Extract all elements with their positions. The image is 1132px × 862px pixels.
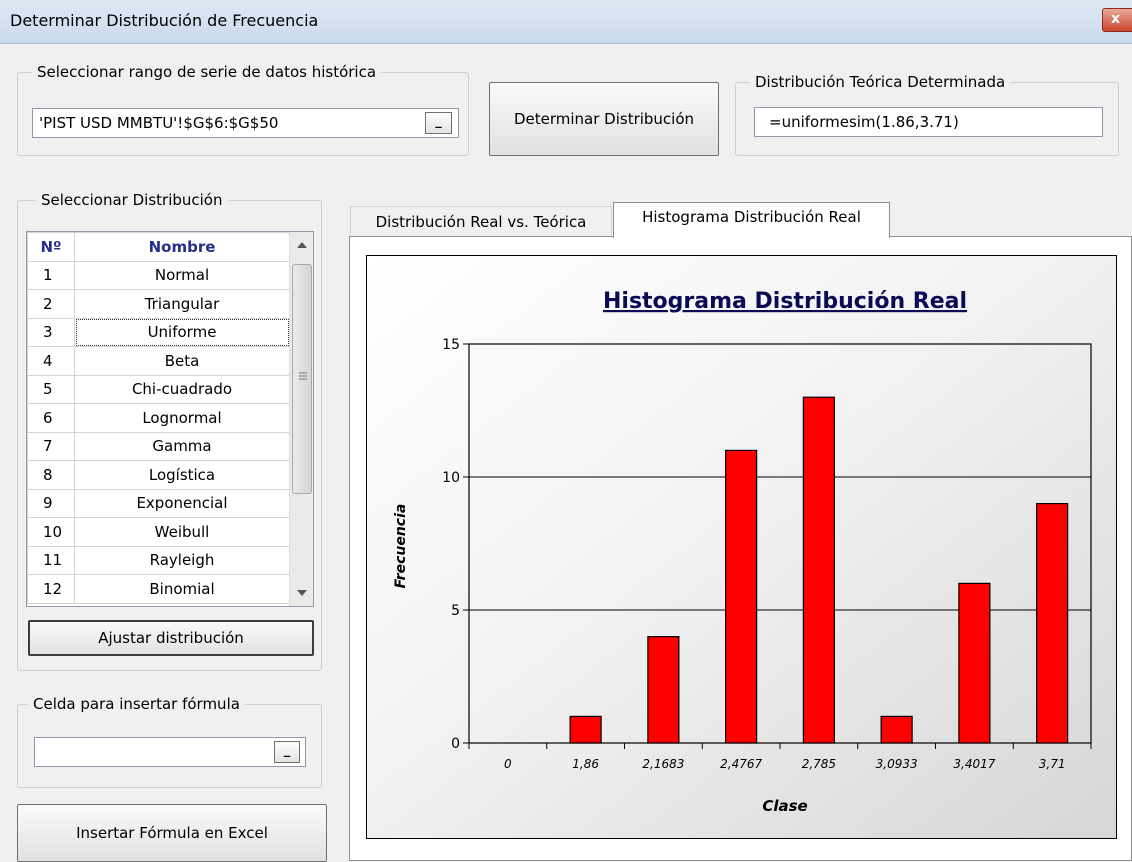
list-item-no: 4: [27, 346, 75, 376]
list-item-name: Normal: [74, 260, 290, 290]
list-item-no: 8: [27, 460, 75, 490]
cell-input[interactable]: [34, 737, 306, 767]
list-item-name: Binomial: [74, 574, 290, 604]
column-header-no: Nº: [27, 232, 75, 262]
list-item-name: Lognormal: [74, 403, 290, 433]
list-item-no: 12: [27, 574, 75, 604]
y-tick-label: 0: [451, 736, 460, 752]
list-item[interactable]: 10 Weibull: [27, 517, 290, 547]
list-item-no: 10: [27, 517, 75, 547]
x-tick-label: 3,0933: [876, 757, 918, 771]
cell-picker-button[interactable]: _: [274, 741, 300, 763]
list-item-name: Rayleigh: [74, 545, 290, 575]
range-group: Seleccionar rango de serie de datos hist…: [17, 63, 469, 156]
fit-distribution-button[interactable]: Ajustar distribución: [28, 620, 314, 656]
x-tick-label: 2,1683: [642, 757, 684, 771]
x-tick-label: 2,4767: [720, 757, 762, 771]
y-tick-label: 10: [442, 470, 460, 486]
list-item-name: Triangular: [74, 289, 290, 319]
tab-real-vs-theoretical[interactable]: Distribución Real vs. Teórica: [350, 206, 612, 236]
y-axis-label: Frecuencia: [393, 504, 409, 589]
determine-distribution-button[interactable]: Determinar Distribución: [489, 82, 719, 156]
x-tick-label: 3,71: [1039, 757, 1066, 771]
scroll-thumb[interactable]: [292, 264, 312, 494]
histogram-bar: [725, 449, 758, 744]
x-tick-label: 1,86: [572, 757, 599, 771]
list-item-name: Uniforme: [74, 317, 290, 347]
histogram-chart: 0 5 10 15 0 1,86 2,1683 2,4767 2,785 3,0933 3,4017…: [366, 255, 1117, 839]
list-item[interactable]: 12 Binomial: [27, 574, 290, 604]
list-item-name: Chi-cuadrado: [74, 374, 290, 404]
x-tick-label: 2,785: [802, 757, 836, 771]
list-item[interactable]: 6 Lognormal: [27, 403, 290, 433]
y-tick-label: 15: [442, 337, 460, 353]
scroll-up-arrow-icon[interactable]: [296, 240, 308, 250]
list-item-name: Logística: [74, 460, 290, 490]
list-item-no: 5: [27, 374, 75, 404]
histogram-bar: [569, 715, 602, 744]
list-item[interactable]: 3 Uniforme: [27, 317, 290, 347]
list-item-name: Weibull: [74, 517, 290, 547]
histogram-bar: [802, 396, 835, 744]
list-scrollbar[interactable]: [289, 232, 313, 606]
histogram-bar: [1036, 503, 1069, 744]
list-item-no: 3: [27, 317, 75, 347]
cell-group-legend: Celda para insertar fórmula: [28, 695, 245, 713]
cell-group: Celda para insertar fórmula _: [17, 695, 322, 788]
column-header-name: Nombre: [74, 232, 290, 262]
list-item[interactable]: 5 Chi-cuadrado: [27, 374, 290, 404]
x-tick-label: 0: [504, 757, 512, 771]
list-item-name: Gamma: [74, 431, 290, 461]
close-button[interactable]: x: [1102, 8, 1132, 32]
tab-histogram[interactable]: Histograma Distribución Real: [613, 202, 890, 238]
list-item[interactable]: 8 Logística: [27, 460, 290, 490]
list-item-no: 9: [27, 488, 75, 518]
list-item-no: 2: [27, 289, 75, 319]
insert-formula-button[interactable]: Insertar Fórmula en Excel: [17, 804, 327, 862]
list-item[interactable]: 11 Rayleigh: [27, 545, 290, 575]
list-item[interactable]: 9 Exponencial: [27, 488, 290, 518]
x-tick-label: 3,4017: [953, 757, 995, 771]
list-item-name: Exponencial: [74, 488, 290, 518]
list-item-no: 7: [27, 431, 75, 461]
list-item[interactable]: 4 Beta: [27, 346, 290, 376]
title-bar: Determinar Distribución de Frecuencia x: [0, 0, 1132, 44]
chart-title: Histograma Distribución Real: [603, 289, 967, 314]
list-item[interactable]: 7 Gamma: [27, 431, 290, 461]
histogram-bar: [880, 715, 913, 744]
histogram-svg: 0 5 10 15 0 1,86 2,1683 2,4767 2,785 3,0933 3,4017…: [393, 289, 1092, 815]
theoretical-formula-field[interactable]: =uniformesim(1.86,3.71): [754, 107, 1103, 137]
window-title: Determinar Distribución de Frecuencia: [10, 11, 319, 30]
list-item-no: 6: [27, 403, 75, 433]
y-tick-label: 5: [451, 603, 460, 619]
table-header-row: Nº Nombre: [27, 232, 290, 262]
x-axis-label: Clase: [762, 797, 807, 815]
list-item-name: Beta: [74, 346, 290, 376]
grip-icon: [299, 372, 307, 380]
range-picker-button[interactable]: _: [425, 112, 452, 134]
theoretical-group-legend: Distribución Teórica Determinada: [750, 73, 1011, 91]
range-group-legend: Seleccionar rango de serie de datos hist…: [32, 63, 382, 81]
histogram-bar: [647, 636, 680, 744]
theoretical-group: Distribución Teórica Determinada =unifor…: [735, 73, 1119, 156]
histogram-bar: [958, 582, 991, 744]
list-item[interactable]: 2 Triangular: [27, 289, 290, 319]
list-item[interactable]: 1 Normal: [27, 260, 290, 290]
distribution-list[interactable]: Nº Nombre 1 Normal 2 Triangular 3 Uniforme 4 Be…: [26, 231, 314, 607]
distribution-table: Nº Nombre 1 Normal 2 Triangular 3 Uniforme 4 Be…: [27, 232, 290, 604]
list-item-no: 1: [27, 260, 75, 290]
list-item-no: 11: [27, 545, 75, 575]
scroll-down-arrow-icon[interactable]: [296, 588, 308, 598]
distribution-group: Seleccionar Distribución Nº Nombre 1 Norm…: [17, 191, 322, 671]
range-input[interactable]: 'PIST USD MMBTU'!$G$6:$G$50: [32, 108, 459, 138]
distribution-group-legend: Seleccionar Distribución: [36, 191, 228, 209]
plot-area: [468, 343, 1092, 744]
tab-panel: 0 5 10 15 0 1,86 2,1683 2,4767 2,785 3,0933 3,4017…: [349, 236, 1132, 861]
